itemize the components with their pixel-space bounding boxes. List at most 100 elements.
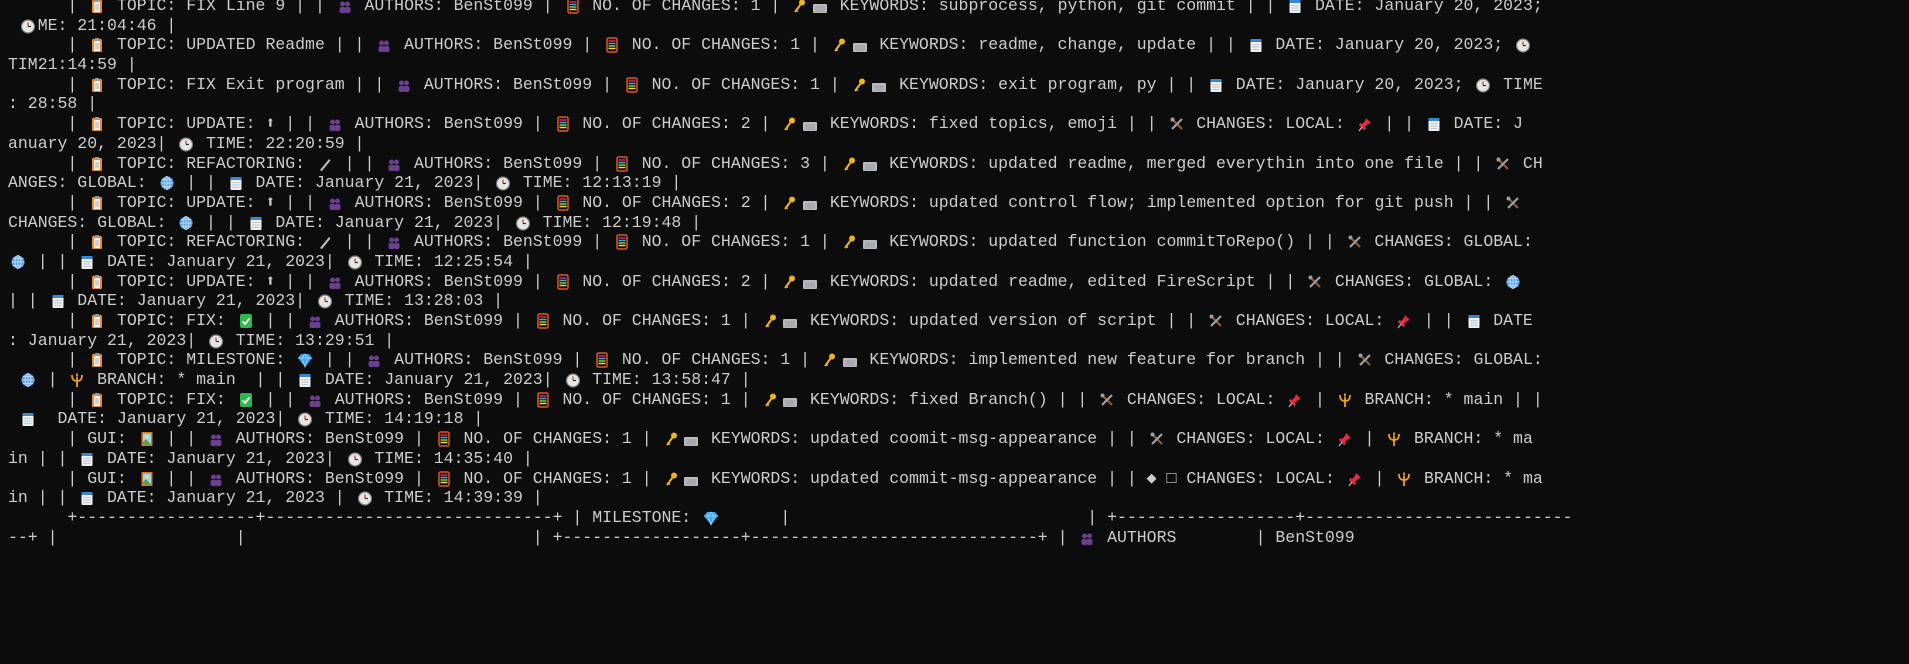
calendar-icon <box>1285 0 1305 16</box>
line-text: TIME: 13:58:47 | <box>582 370 751 390</box>
globe-icon <box>176 213 196 233</box>
line-text: CHANGES: LOCAL: <box>1116 389 1286 409</box>
clipboard-icon <box>87 35 107 55</box>
clipboard-icon <box>87 0 107 16</box>
terminal-line: | BRANCH: * main | | DATE: January 21, 2… <box>8 370 1909 390</box>
line-text: AUTHORS: BenSt099 | <box>225 468 434 488</box>
line-text: | | <box>156 468 207 488</box>
terminal-line: | TOPIC: REFACTORING: | | AUTHORS: BenSt… <box>8 232 1909 252</box>
line-text: DATE: January 21, 2023| <box>245 173 494 193</box>
tools-icon <box>1493 154 1513 174</box>
clipboard-icon <box>87 75 107 95</box>
people-icon <box>325 193 345 213</box>
calendar-icon <box>18 409 38 429</box>
terminal-line: CHANGES: GLOBAL: | | DATE: January 21, 2… <box>8 213 1909 233</box>
pin-icon <box>1355 114 1375 134</box>
terminal-line: DATE: January 21, 2023| TIME: 14:19:18 | <box>8 409 1909 429</box>
line-text: CH <box>1513 153 1543 173</box>
tools-icon <box>1167 114 1187 134</box>
line-text: KEYWORDS: updated readme, merged everyth… <box>879 153 1494 173</box>
abacus-icon <box>533 390 553 410</box>
calendar-icon <box>295 370 315 390</box>
key-icon <box>790 0 810 16</box>
line-text: AUTHORS | BenSt099 <box>1097 527 1355 547</box>
key-icon <box>780 272 800 292</box>
line-text: | | <box>196 212 246 232</box>
line-text: KEYWORDS: fixed topics, emoji | | <box>819 114 1167 134</box>
abacus-icon <box>592 350 612 370</box>
clipboard-icon <box>87 232 107 252</box>
line-text: NO. OF CHANGES: 2 | <box>572 192 781 212</box>
terminal-line: | TOPIC: MILESTONE: | | AUTHORS: BenSt09… <box>8 350 1909 370</box>
tools-icon <box>1206 311 1226 331</box>
line-text: BRANCH: * main | | <box>1354 389 1543 409</box>
line-text: TIME: 12:25:54 | <box>364 251 533 271</box>
terminal-line: | TOPIC: REFACTORING: | | AUTHORS: BenSt… <box>8 154 1909 174</box>
line-text: TOPIC: FIX Exit program | | <box>107 74 395 94</box>
calendar-icon <box>77 488 97 508</box>
people-icon <box>364 350 384 370</box>
abacus-icon <box>612 232 632 252</box>
line-text: AUTHORS: BenSt099 | <box>225 429 434 449</box>
clipboard-icon <box>87 311 107 331</box>
line-text: AUTHORS: BenSt099 | <box>344 192 553 212</box>
line-text: AUTHORS: BenSt099 | <box>404 232 612 252</box>
people-icon <box>335 0 355 16</box>
line-text: CHANGES: LOCAL: <box>1186 114 1355 134</box>
line-text: | <box>8 389 88 409</box>
picture-icon <box>137 469 157 489</box>
line-text: TIME: 14:39:39 | <box>374 488 543 508</box>
clock-icon <box>513 213 533 233</box>
calendar-icon <box>226 173 246 193</box>
line-text: KEYWORDS: implemented new feature for br… <box>859 350 1355 370</box>
tools-icon <box>1355 350 1375 370</box>
clock-icon <box>18 16 38 36</box>
keyboard-icon <box>800 193 820 213</box>
line-text: DATE: January 21, 2023| <box>265 212 513 232</box>
line-text: CHANGES: GLOBAL: <box>1324 271 1504 291</box>
people-icon <box>384 232 404 252</box>
clipboard-icon <box>87 193 107 213</box>
tools-icon <box>1147 429 1167 449</box>
pin-icon <box>1335 429 1355 449</box>
line-text: CHANGES: LOCAL: <box>1225 311 1395 330</box>
terminal-output[interactable]: | TOPIC: FIX Line 9 | | AUTHORS: BenSt09… <box>8 0 1909 547</box>
keyboard-icon <box>780 311 800 331</box>
line-text: | | <box>255 389 306 409</box>
tools-icon <box>1345 232 1365 252</box>
line-text: : 28:58 | <box>8 94 98 114</box>
line-text: DATE: January 20, 2023; <box>1225 74 1474 94</box>
terminal-line: | TOPIC: UPDATE: ⬆ | | AUTHORS: BenSt099… <box>8 193 1909 213</box>
line-text: DATE: J <box>1443 114 1523 134</box>
keyboard-icon <box>681 469 701 489</box>
gem-icon <box>701 508 721 528</box>
line-text: | | <box>334 232 385 252</box>
line-text: DATE: January 20, 2023; <box>1265 35 1514 55</box>
terminal-line: | TOPIC: UPDATE: ⬆ | | AUTHORS: BenSt099… <box>8 272 1909 292</box>
picture-icon <box>137 429 157 449</box>
line-text: DATE: January 21, 2023| <box>37 409 296 429</box>
line-text: ANGES: GLOBAL: <box>8 173 157 193</box>
line-text: | <box>8 0 88 15</box>
abacus-icon <box>563 0 583 16</box>
terminal-line: +------------------+--------------------… <box>8 508 1909 528</box>
line-text: | <box>1305 389 1335 409</box>
clock-icon <box>1513 35 1533 55</box>
keyboard-icon <box>800 114 820 134</box>
line-text: AUTHORS: BenSt099 | <box>354 0 563 15</box>
clock-icon <box>345 449 365 469</box>
pin-icon <box>1345 469 1365 489</box>
people-icon <box>325 272 345 292</box>
line-text: | | <box>255 311 306 330</box>
line-text: AUTHORS: BenSt099 | <box>404 153 612 173</box>
line-text: NO. OF CHANGES: 1 | <box>631 232 840 252</box>
line-text: BRANCH: * main | | <box>87 370 296 390</box>
abacus-icon <box>612 154 632 174</box>
clipboard-icon <box>87 114 107 134</box>
line-text: DATE <box>1483 311 1533 330</box>
line-text: | GUI: <box>8 468 137 488</box>
line-text: TOPIC: FIX: <box>107 311 236 330</box>
line-text: AUTHORS: BenSt099 | <box>344 271 553 291</box>
clipboard-icon <box>87 154 107 174</box>
line-text: KEYWORDS: exit program, py | | <box>889 74 1207 94</box>
